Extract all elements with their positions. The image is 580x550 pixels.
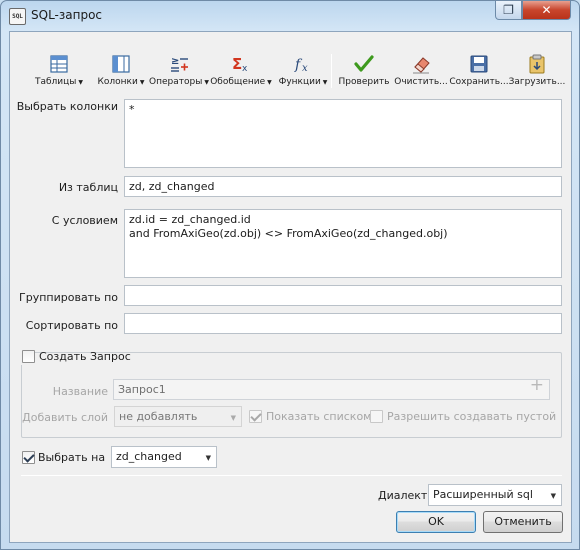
where-line-1: zd.id = zd_changed.id [129,213,251,226]
load-button[interactable]: Загрузить... [506,52,568,90]
load-icon [529,54,545,74]
save-button[interactable]: Сохранить... [448,52,510,90]
order-by-label: Сортировать по [25,319,118,332]
create-query-toggle[interactable]: Создать Запрос [19,349,131,365]
dropdown-arrow-icon: ▼ [204,79,209,86]
operators-button[interactable]: ≥ Операторы ▼ [148,52,210,90]
create-query-checkbox[interactable] [22,350,35,363]
group-by-input[interactable] [124,285,562,306]
cancel-button[interactable]: Отменить [483,511,563,533]
sql-app-icon: SQL [9,8,26,25]
add-layer-select[interactable]: не добавлять ▼ [114,406,242,427]
function-icon: f x [294,57,308,74]
close-button[interactable]: ✕ [522,1,571,20]
dialect-value: Расширенный sql [433,488,533,501]
group-by-label: Группировать по [19,291,118,304]
svg-text:≥: ≥ [171,56,179,67]
title-bar[interactable]: SQL SQL-запрос ❐ ✕ [1,1,579,31]
where-label: С условием [51,214,118,227]
verify-label: Проверить [338,77,390,87]
select-into-label: Выбрать на [38,451,106,464]
toolbar-separator [331,54,332,88]
eraser-icon [413,57,430,74]
verify-button[interactable]: Проверить [333,52,395,90]
divider [21,475,562,476]
operators-icon: ≥ [171,56,188,72]
columns-button[interactable]: Колонки ▼ [90,52,152,90]
plus-icon[interactable]: + [530,380,544,394]
table-icon [50,55,68,73]
show-as-list-checkbox[interactable] [249,410,262,423]
query-name-value: Запрос1 [118,383,166,396]
tables-label: Таблицы [34,77,77,87]
functions-label: Функции [278,77,321,87]
clear-label: Очистить... [394,77,448,87]
operators-label: Операторы [149,77,203,87]
query-name-input[interactable]: Запрос1 + [113,379,550,400]
svg-text:Σ: Σ [232,55,242,73]
allow-empty-checkbox[interactable] [370,410,383,423]
create-query-label: Создать Запрос [39,350,131,363]
dropdown-arrow-icon: ▼ [139,79,145,86]
allow-empty-label: Разрешить создавать пустой [387,410,557,423]
clear-button[interactable]: Очистить... [390,52,452,90]
dialect-dropdown[interactable]: Расширенный sql ▼ [428,484,562,506]
where-line-2: and FromAxiGeo(zd.obj) <> FromAxiGeo(zd_… [129,227,448,240]
tables-button[interactable]: Таблицы ▼ [28,52,90,90]
query-name-label: Название [52,385,108,398]
add-layer-label: Добавить слой [22,411,108,424]
columns-icon [112,55,130,73]
dropdown-arrow-icon: ▼ [78,79,84,86]
svg-text:x: x [302,63,308,74]
select-into-dropdown[interactable]: zd_changed ▼ [111,446,217,468]
columns-label: Колонки [97,77,138,87]
checkmark-icon [354,55,374,72]
add-layer-value: не добавлять [119,410,198,423]
svg-text:x: x [242,64,248,74]
aggregation-label: Обобщение [210,77,266,87]
order-by-input[interactable] [124,313,562,334]
dialect-label: Диалект [378,489,428,502]
window-title: SQL-запрос [31,8,103,22]
from-tables-input[interactable]: zd, zd_changed [124,176,562,197]
functions-button[interactable]: f x Функции ▼ [272,52,334,90]
aggregation-button[interactable]: Σ x Обобщение ▼ [210,52,272,90]
chevron-down-icon: ▼ [205,454,211,462]
save-label: Сохранить... [449,77,509,87]
ok-button[interactable]: OK [396,511,476,533]
select-columns-input[interactable]: * [124,99,562,168]
dropdown-arrow-icon: ▼ [322,79,328,86]
restore-button[interactable]: ❐ [495,1,522,20]
load-label: Загрузить... [508,77,566,87]
dialog-client-area: Таблицы ▼ Колонки ▼ ≥ Операторы ▼ Σ x Об… [9,31,572,543]
save-icon [470,55,488,73]
show-as-list-label: Показать списком [266,410,372,423]
select-into-checkbox[interactable] [22,451,35,464]
from-tables-label: Из таблиц [58,181,118,194]
chevron-down-icon: ▼ [550,492,556,500]
sigma-icon: Σ x [232,55,248,74]
select-into-value: zd_changed [116,450,182,463]
dialog-window: SQL SQL-запрос ❐ ✕ Таблицы ▼ Колонки ▼ ≥… [0,0,580,550]
chevron-down-icon: ▼ [230,414,236,422]
select-columns-label: Выбрать колонки [16,100,118,113]
where-input[interactable]: zd.id = zd_changed.id and FromAxiGeo(zd.… [124,209,562,278]
